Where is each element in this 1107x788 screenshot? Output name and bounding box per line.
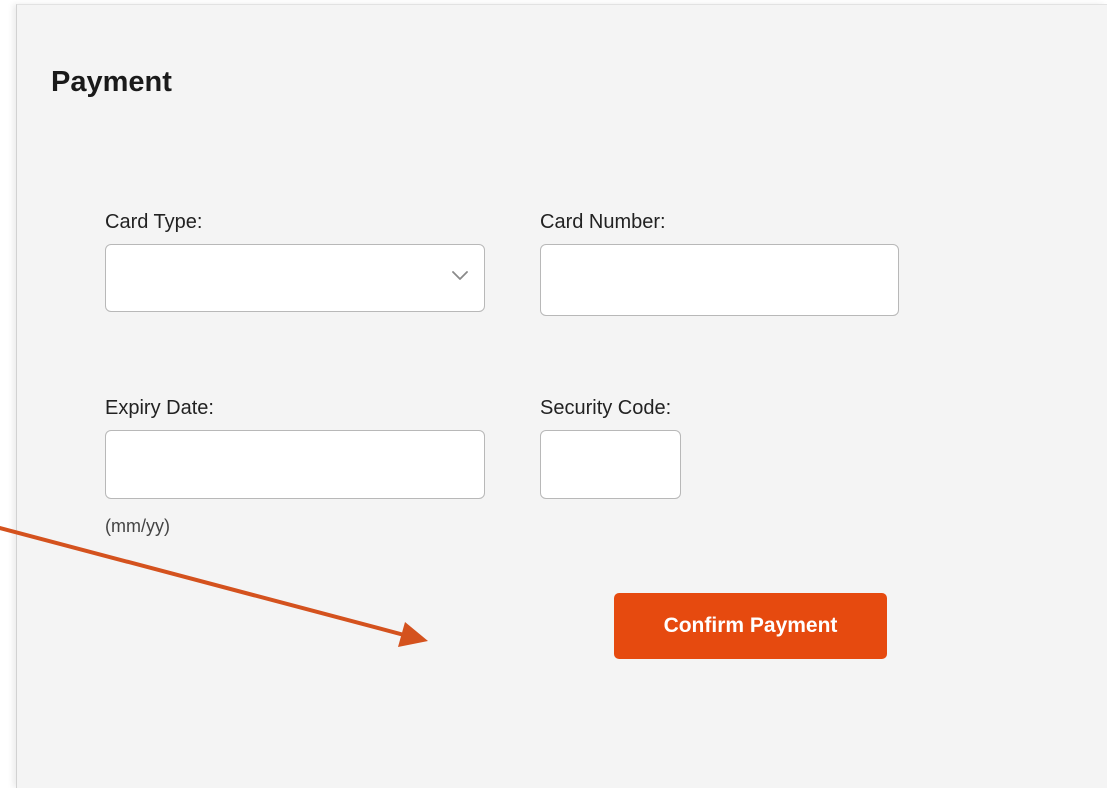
chevron-down-icon: [452, 271, 468, 280]
security-code-label: Security Code:: [540, 397, 672, 419]
expiry-date-label: Expiry Date:: [105, 397, 214, 419]
expiry-format-hint: (mm/yy): [105, 516, 170, 536]
page: Payment Card Type: Card Number: Expiry D…: [0, 0, 1107, 788]
confirm-payment-button[interactable]: Confirm Payment: [614, 593, 887, 659]
expiry-date-field[interactable]: [105, 430, 485, 499]
page-title: Payment: [51, 66, 172, 98]
security-code-field[interactable]: [540, 430, 681, 499]
card-number-label: Card Number:: [540, 211, 666, 233]
card-type-label: Card Type:: [105, 211, 203, 233]
card-number-field[interactable]: [540, 244, 899, 316]
card-type-select[interactable]: [105, 244, 485, 312]
